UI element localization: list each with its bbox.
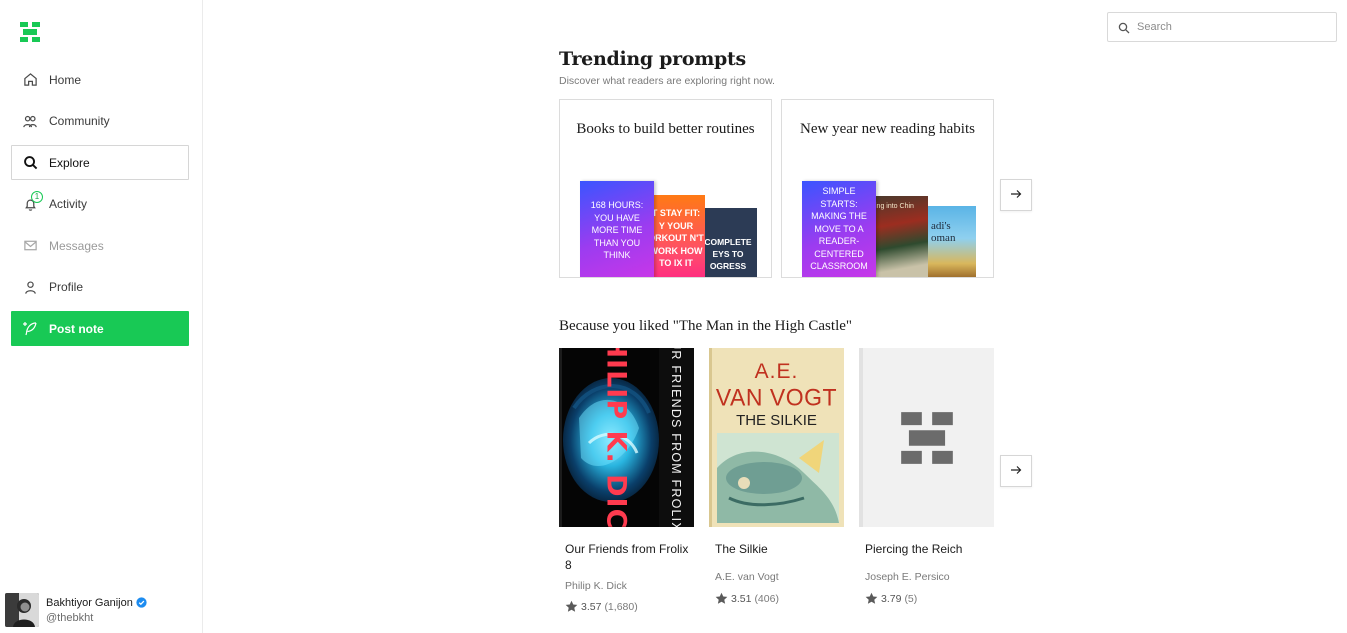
user-name: Bakhtiyor Ganijon: [46, 597, 147, 609]
book-card[interactable]: PHILIP K. DICK OUR FRIENDS FROM FROLIX 8…: [559, 348, 694, 613]
sidebar-item-label: Activity: [49, 197, 88, 211]
home-icon: [22, 72, 38, 88]
recommendation-title: Because you liked "The Man in the High C…: [559, 318, 853, 334]
prompt-card[interactable]: Books to build better routines COMPLETE …: [559, 99, 772, 278]
quill-icon: [22, 321, 38, 337]
sidebar: Home Community Explore 1 Activity Messag…: [0, 0, 203, 633]
book-author[interactable]: Joseph E. Persico: [865, 571, 994, 583]
arrow-right-icon: [1010, 462, 1022, 480]
book-author[interactable]: Philip K. Dick: [565, 580, 694, 592]
sidebar-item-label: Messages: [49, 238, 104, 253]
cover-title-text: OUR FRIENDS FROM FROLIX 8: [669, 348, 683, 527]
book-cover: A.E. VAN VOGT THE SILKIE: [709, 348, 844, 527]
mini-cover: 168 HOURS: YOU HAVE MORE TIME THAN YOU T…: [580, 181, 654, 277]
mail-icon: [22, 238, 38, 254]
sidebar-item-label: Post note: [49, 321, 104, 336]
next-arrow-button[interactable]: [1000, 455, 1032, 487]
sidebar-item-explore[interactable]: Explore: [11, 145, 189, 180]
sidebar-item-messages[interactable]: Messages: [11, 228, 189, 263]
sidebar-item-activity[interactable]: 1 Activity: [11, 187, 189, 222]
star-icon: [715, 592, 728, 605]
star-icon: [565, 600, 578, 613]
rating-value: 3.57: [581, 600, 602, 613]
arrow-right-icon: [1010, 186, 1022, 204]
book-cover: PHILIP K. DICK OUR FRIENDS FROM FROLIX 8: [559, 348, 694, 527]
trending-subtitle: Discover what readers are exploring righ…: [559, 75, 775, 87]
search-icon: [1118, 21, 1130, 34]
sidebar-item-profile[interactable]: Profile: [11, 270, 189, 305]
sidebar-item-community[interactable]: Community: [11, 104, 189, 139]
prompt-title: Books to build better routines: [576, 121, 755, 137]
notification-badge: 1: [31, 190, 43, 203]
user-icon: [22, 279, 38, 295]
rating-count: (406): [754, 592, 779, 605]
book-title[interactable]: The Silkie: [715, 541, 843, 557]
book-rating: 3.79 (5): [865, 592, 994, 605]
rating-count: (1,680): [604, 600, 638, 613]
cover-title-text: THE SILKIE: [736, 412, 817, 429]
star-icon: [865, 592, 878, 605]
mini-cover: adi's oman: [925, 206, 976, 277]
sidebar-item-home[interactable]: Home: [11, 62, 189, 97]
people-icon: [22, 113, 38, 129]
hash-logo-icon[interactable]: [18, 20, 42, 44]
mini-cover: T STAY FIT: Y YOUR ORKOUT N'T WORK HOW T…: [652, 195, 705, 277]
sidebar-nav: Home Community Explore 1 Activity Messag…: [11, 62, 189, 353]
cover-author-text: PHILIP K. DICK: [600, 348, 632, 527]
book-title[interactable]: Piercing the Reich: [865, 541, 993, 557]
prompt-title: New year new reading habits: [800, 121, 975, 137]
search-input[interactable]: [1137, 21, 1327, 33]
placeholder-logo-icon: [896, 407, 958, 474]
trending-title: Trending prompts: [559, 48, 746, 70]
search-bar[interactable]: [1107, 12, 1337, 42]
sidebar-item-label: Community: [49, 114, 110, 128]
book-author[interactable]: A.E. van Vogt: [715, 571, 844, 583]
sidebar-item-label: Explore: [49, 155, 90, 170]
prompt-card[interactable]: New year new reading habits adi's oman i…: [781, 99, 994, 278]
mini-cover: SIMPLE STARTS: MAKING THE MOVE TO A READ…: [802, 181, 876, 277]
book-cover-placeholder: [859, 348, 994, 527]
book-card[interactable]: Piercing the Reich Joseph E. Persico 3.7…: [859, 348, 994, 605]
rating-value: 3.79: [881, 592, 902, 605]
mini-cover: COMPLETE EYS TO OGRESS: [701, 208, 757, 277]
user-handle: @thebkht: [46, 611, 94, 624]
rating-value: 3.51: [731, 592, 752, 605]
cover-author-text: VAN VOGT: [715, 383, 838, 411]
next-arrow-button[interactable]: [1000, 179, 1032, 211]
book-rating: 3.57 (1,680): [565, 600, 694, 613]
user-profile[interactable]: Bakhtiyor Ganijon @thebkht: [5, 593, 147, 627]
sidebar-item-label: Profile: [49, 280, 84, 294]
search-icon: [22, 155, 38, 171]
cover-author-text: A.E.: [754, 360, 799, 383]
sidebar-item-label: Home: [49, 72, 82, 87]
book-rating: 3.51 (406): [715, 592, 844, 605]
verified-icon: [136, 597, 147, 608]
avatar: [5, 593, 39, 627]
mini-cover: ing into Chin: [872, 196, 928, 277]
post-note-button[interactable]: Post note: [11, 311, 189, 346]
rating-count: (5): [904, 592, 918, 605]
book-card[interactable]: A.E. VAN VOGT THE SILKIE The Silkie A.E.…: [709, 348, 844, 605]
book-title[interactable]: Our Friends from Frolix 8: [565, 541, 693, 573]
